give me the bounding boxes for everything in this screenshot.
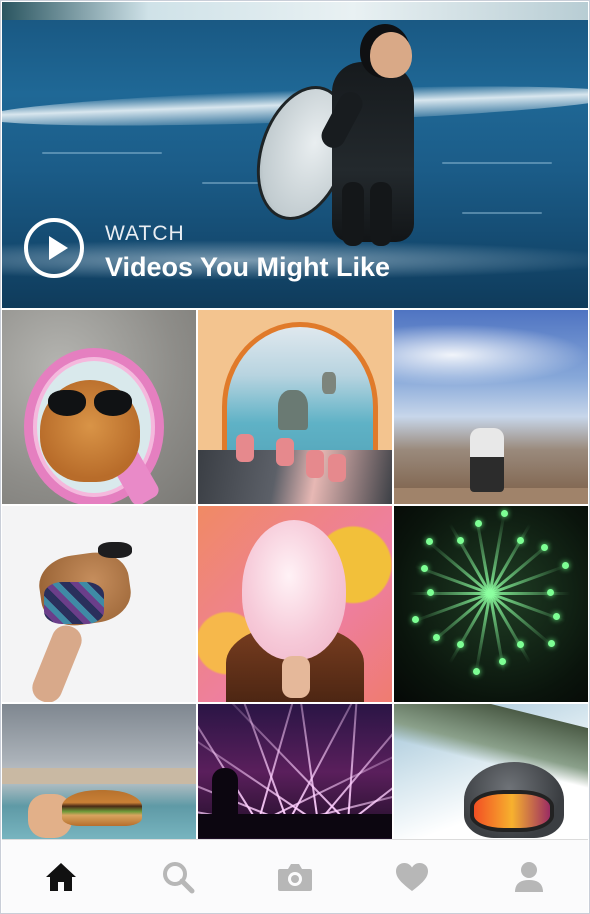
firework-spark	[562, 561, 570, 569]
firework-spark	[517, 537, 524, 545]
search-icon	[162, 862, 195, 894]
firework-spark	[411, 616, 419, 624]
tab-activity[interactable]	[382, 852, 442, 902]
tab-search[interactable]	[148, 852, 208, 902]
play-icon[interactable]	[24, 218, 84, 278]
grid-photo[interactable]	[2, 310, 196, 504]
firework-spark	[500, 510, 508, 518]
grid-photo[interactable]	[198, 704, 392, 840]
tab-home[interactable]	[31, 852, 91, 902]
horizon	[2, 2, 588, 20]
grid-photo[interactable]	[198, 310, 392, 504]
profile-icon	[515, 862, 544, 892]
firework-spark	[474, 520, 482, 528]
firework-spark	[552, 612, 560, 620]
firework-spark	[499, 657, 507, 665]
home-icon	[45, 863, 76, 891]
grid-photo[interactable]	[394, 310, 588, 504]
firework-spark	[457, 640, 464, 648]
grid-photo[interactable]	[2, 704, 196, 840]
grid-photo[interactable]	[394, 506, 588, 702]
camera-icon	[277, 864, 312, 891]
surfer-head	[370, 32, 412, 78]
tab-camera[interactable]	[265, 852, 325, 902]
firework-spark	[425, 537, 433, 545]
firework-spark	[433, 633, 441, 641]
firework-spark	[427, 589, 434, 596]
tab-profile[interactable]	[499, 852, 559, 902]
video-title[interactable]: Videos You Might Like	[105, 252, 390, 283]
water-ripple	[462, 212, 542, 214]
heart-icon	[396, 863, 429, 891]
grid-photo[interactable]	[198, 506, 392, 702]
firework-spark	[540, 544, 548, 552]
firework-spark	[473, 667, 481, 675]
grid-photo[interactable]	[394, 704, 588, 840]
firework-spark	[547, 589, 554, 596]
firework-spark	[517, 640, 524, 648]
firework-ray	[490, 592, 570, 595]
surfer-leg	[342, 182, 364, 246]
firework-spark	[548, 640, 556, 648]
explore-screen: WATCH Videos You Might Like	[0, 0, 590, 914]
water-ripple	[42, 152, 162, 154]
water-ripple	[442, 162, 552, 164]
watch-label: WATCH	[105, 222, 185, 245]
bottom-tab-bar	[2, 839, 588, 913]
featured-video[interactable]: WATCH Videos You Might Like	[2, 2, 588, 308]
firework-spark	[457, 537, 464, 545]
surfer-leg	[370, 182, 392, 246]
grid-photo[interactable]	[2, 506, 196, 702]
firework-ray	[410, 592, 490, 595]
